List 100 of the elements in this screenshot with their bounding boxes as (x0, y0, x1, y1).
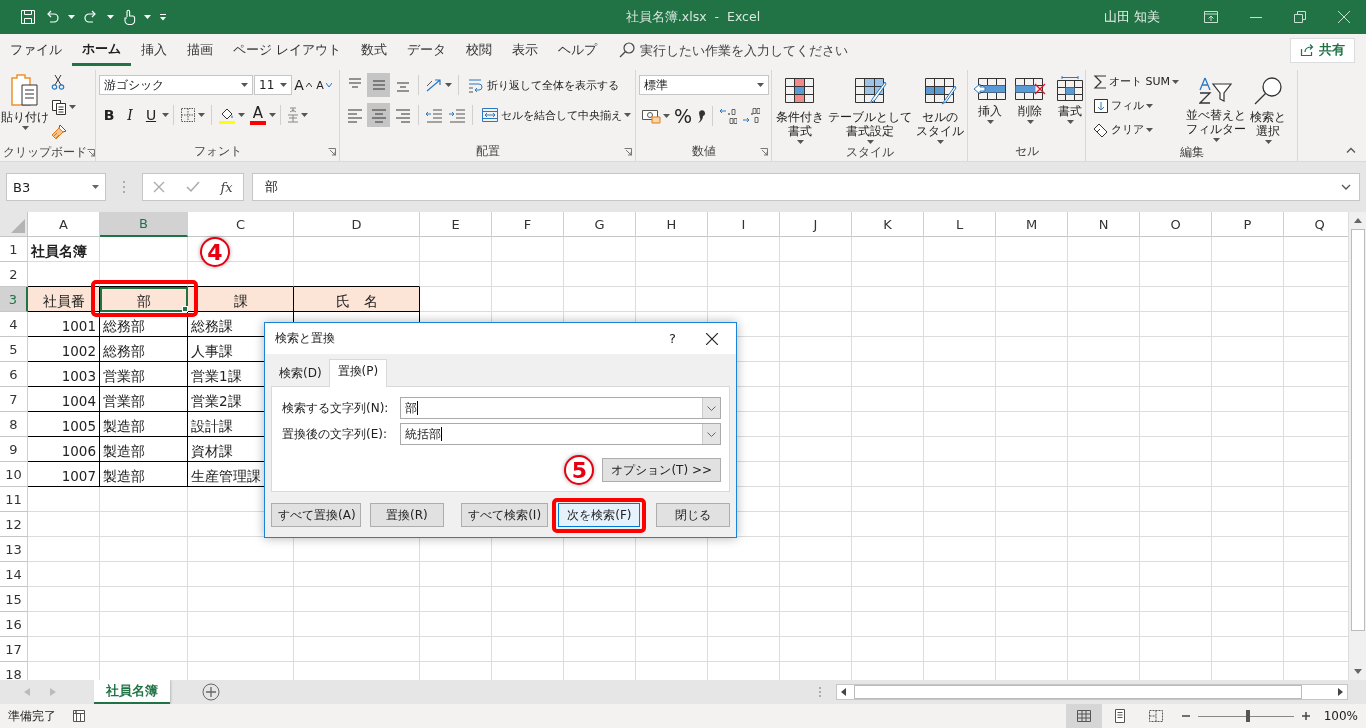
row-header[interactable]: 11 (0, 487, 28, 512)
customize-icon[interactable] (159, 13, 167, 21)
column-header[interactable]: D (294, 212, 420, 237)
row-header[interactable]: 7 (0, 387, 28, 412)
row-header[interactable]: 17 (0, 637, 28, 662)
column-header[interactable]: O (1140, 212, 1212, 237)
dialog-button[interactable]: 次を検索(F) (558, 503, 641, 527)
caret-icon[interactable] (757, 83, 764, 87)
column-header[interactable]: B (100, 212, 188, 237)
caret-icon[interactable] (69, 105, 76, 109)
check-icon[interactable] (185, 181, 200, 193)
caret-icon[interactable] (92, 185, 99, 189)
zoom-slider[interactable] (1197, 709, 1294, 723)
caret-icon[interactable] (866, 140, 874, 144)
column-header[interactable]: F (492, 212, 564, 237)
name-box[interactable]: B3 (6, 173, 106, 201)
underline-button[interactable]: U (141, 103, 161, 127)
ribbon-button[interactable]: セルの スタイル (915, 70, 965, 144)
caret-icon[interactable] (301, 113, 308, 117)
caret-icon[interactable] (280, 83, 287, 87)
caret-icon[interactable] (21, 126, 29, 130)
caret-icon[interactable] (986, 120, 994, 124)
zoom-level[interactable]: 100% (1323, 709, 1358, 723)
row-header[interactable]: 15 (0, 587, 28, 612)
ribbon-display-icon[interactable] (1204, 11, 1218, 23)
scroll-right-icon[interactable] (1338, 688, 1343, 696)
menu-tab[interactable]: 描画 (177, 34, 223, 66)
column-header[interactable]: M (996, 212, 1068, 237)
row-header[interactable]: 3 (0, 287, 28, 312)
zoom-in-icon[interactable] (1301, 712, 1310, 720)
caret-icon[interactable] (241, 83, 248, 87)
scroll-thumb[interactable] (854, 685, 1302, 699)
row-header[interactable]: 1 (0, 237, 28, 262)
column-header[interactable]: C (188, 212, 294, 237)
ribbon-button[interactable]: 並べ替えと フィルター (1185, 70, 1248, 142)
ribbon-button[interactable]: 条件付き 書式 (775, 70, 825, 144)
column-header[interactable]: N (1068, 212, 1140, 237)
dialog-launcher-icon[interactable] (328, 147, 336, 156)
menu-tab[interactable]: データ (397, 34, 456, 66)
caret-icon[interactable] (162, 113, 169, 117)
caret-icon[interactable] (1146, 103, 1153, 108)
dialog-button[interactable]: 閉じる (656, 503, 730, 527)
row-header[interactable]: 14 (0, 562, 28, 587)
combo-field[interactable]: 部 (400, 397, 721, 419)
expand-icon[interactable] (1341, 184, 1351, 190)
menu-tab[interactable]: ページ レイアウト (223, 34, 351, 66)
tell-me-search[interactable]: 実行したい作業を入力してください (619, 38, 870, 62)
menu-tab[interactable]: 表示 (502, 34, 548, 66)
scroll-left-icon[interactable] (841, 688, 846, 696)
ribbon-button[interactable]: 検索と 選択 (1249, 70, 1288, 144)
ribbon-button[interactable]: オート SUM (1089, 70, 1184, 93)
row-header[interactable]: 5 (0, 337, 28, 362)
row-header[interactable]: 2 (0, 262, 28, 287)
scroll-up-icon[interactable] (1353, 218, 1362, 223)
caret-icon[interactable] (1212, 138, 1220, 142)
grow-font-button[interactable]: A (293, 73, 313, 97)
caret-icon[interactable] (445, 83, 452, 87)
column-header[interactable]: I (708, 212, 780, 237)
view-button[interactable] (1065, 704, 1102, 728)
horizontal-scrollbar[interactable] (836, 684, 1348, 700)
column-header[interactable]: L (924, 212, 996, 237)
restore-icon[interactable] (1294, 11, 1306, 23)
ribbon-button[interactable]: クリア (1089, 118, 1184, 141)
ribbon-button[interactable]: テーブルとして 書式設定 (827, 70, 913, 144)
sheet-tab[interactable]: 社員名簿 (94, 680, 170, 704)
caret-icon[interactable] (269, 113, 276, 117)
ribbon-button[interactable]: セルを結合して中央揃え (477, 103, 635, 127)
bold-button[interactable]: B (99, 103, 119, 127)
dropdown-icon[interactable] (707, 431, 716, 437)
dialog-button[interactable]: 置換(R) (370, 503, 444, 527)
row-header[interactable]: 9 (0, 437, 28, 462)
caret-icon[interactable] (1066, 120, 1074, 124)
combo-field[interactable]: 統括部 (400, 423, 721, 445)
dropdown-icon[interactable] (707, 405, 716, 411)
caret-icon[interactable] (624, 113, 631, 117)
column-header[interactable]: P (1212, 212, 1284, 237)
help-button[interactable]: ? (669, 331, 676, 346)
caret-icon[interactable] (1172, 79, 1180, 84)
caret-icon[interactable] (1264, 140, 1272, 144)
row-header[interactable]: 12 (0, 512, 28, 537)
add-sheet-icon[interactable] (202, 683, 220, 701)
options-button[interactable]: オプション(T) >> (602, 458, 721, 482)
menu-tab[interactable]: ヘルプ (548, 34, 607, 66)
column-header[interactable]: G (564, 212, 636, 237)
font-name-field[interactable]: 游ゴシック (99, 75, 253, 95)
scroll-thumb[interactable] (1350, 229, 1365, 631)
slider-thumb[interactable] (1245, 710, 1250, 722)
caret-icon[interactable] (198, 113, 205, 117)
vertical-scrollbar[interactable] (1348, 212, 1366, 680)
number-format-field[interactable]: 標準 (639, 75, 769, 95)
insert-function-button[interactable]: fx (220, 179, 233, 195)
hand-icon[interactable] (122, 9, 136, 25)
menu-tab[interactable]: 挿入 (131, 34, 177, 66)
macro-record-icon[interactable] (72, 709, 86, 723)
dialog-button[interactable]: すべて置換(A) (271, 503, 361, 527)
row-header[interactable]: 13 (0, 537, 28, 562)
italic-button[interactable]: I (120, 103, 140, 127)
collapse-ribbon-icon[interactable] (1346, 147, 1356, 153)
column-header[interactable]: E (420, 212, 492, 237)
percent-button[interactable]: % (673, 104, 693, 128)
